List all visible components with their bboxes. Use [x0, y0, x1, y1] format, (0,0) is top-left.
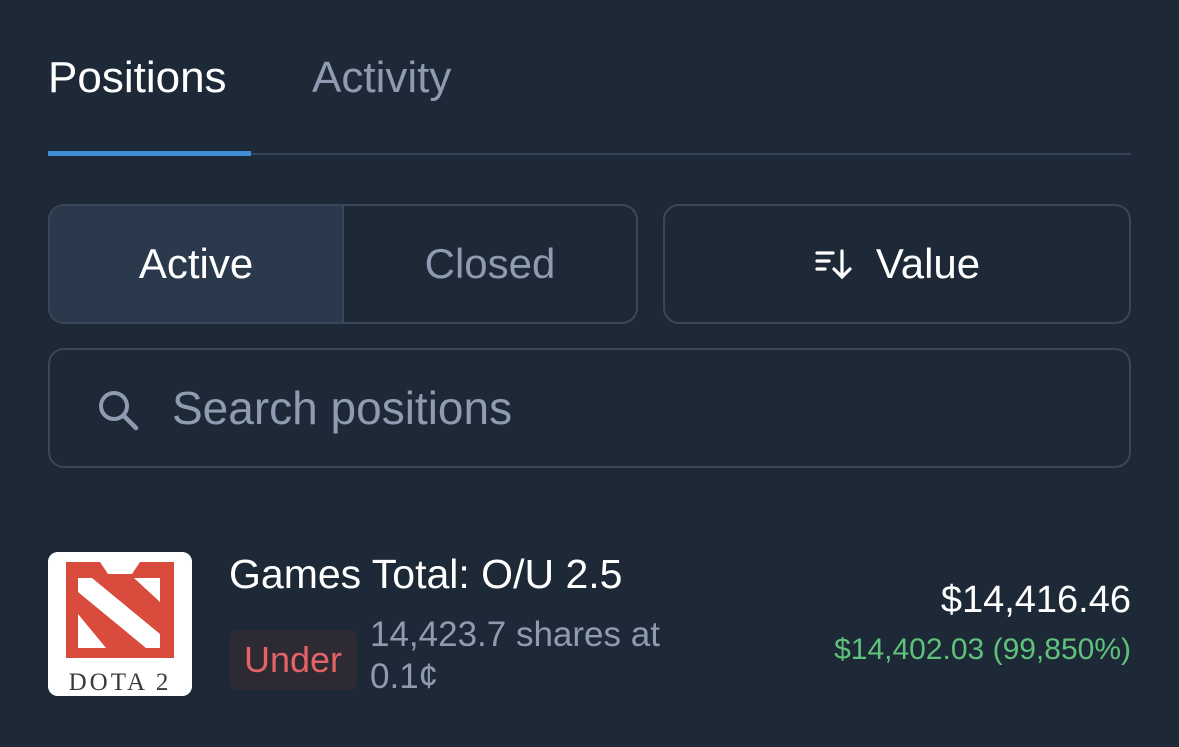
search-input[interactable] [172, 370, 1072, 446]
shares-info: 14,423.7 shares at 0.1¢ [370, 615, 660, 696]
status-filter-toggle: Active Closed [48, 204, 638, 324]
filter-active-button[interactable]: Active [50, 206, 344, 322]
sort-button[interactable]: Value [663, 204, 1131, 324]
position-pnl: $14,402.03 (99,850%) [834, 633, 1131, 666]
search-box [48, 348, 1131, 468]
dota2-logo-caption: DOTA 2 [68, 669, 172, 696]
sort-descending-icon [814, 247, 854, 281]
tab-bar: Positions Activity [48, 0, 1131, 156]
position-value: $14,416.46 [940, 579, 1131, 621]
search-icon [96, 388, 140, 437]
outcome-badge: Under [229, 630, 357, 690]
dota2-logo-icon: DOTA 2 [48, 552, 192, 696]
active-tab-indicator [48, 151, 251, 156]
position-row[interactable]: DOTA 2 Games Total: O/U 2.5 Under 14,423… [48, 550, 1131, 700]
filter-closed-button[interactable]: Closed [344, 206, 636, 322]
sort-label: Value [875, 240, 981, 287]
market-title: Games Total: O/U 2.5 [229, 551, 623, 597]
tab-activity[interactable]: Activity [312, 52, 451, 104]
tab-positions[interactable]: Positions [48, 52, 227, 104]
